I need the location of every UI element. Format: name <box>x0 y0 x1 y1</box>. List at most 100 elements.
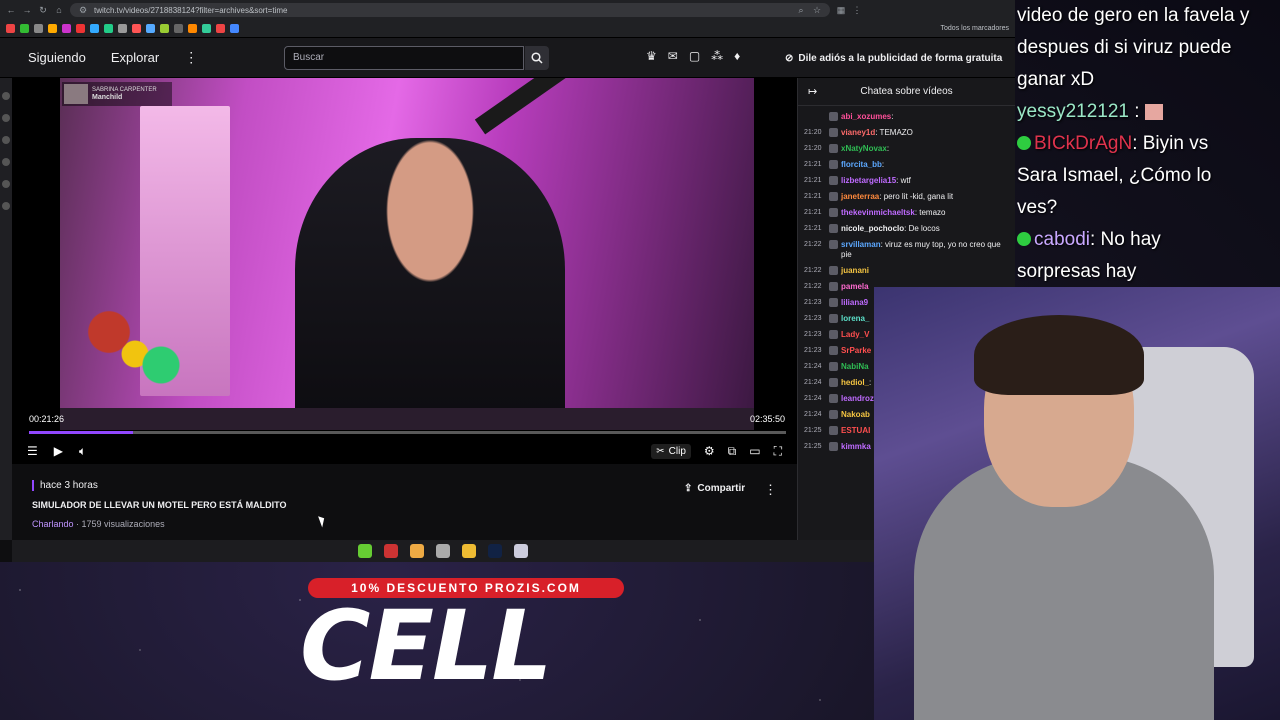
collapse-chat-icon[interactable]: ↦ <box>808 85 817 98</box>
reload-icon[interactable]: ↻ <box>38 5 48 15</box>
bookmark-icon[interactable] <box>216 24 225 33</box>
chat-username[interactable]: lorena_ <box>841 314 869 323</box>
bookmark-icon[interactable] <box>174 24 183 33</box>
site-info-icon[interactable]: ⚙ <box>78 5 88 15</box>
more-options-icon[interactable]: ⋮ <box>764 482 777 498</box>
photoshop-icon[interactable] <box>488 544 502 558</box>
explore-link[interactable]: Explorar <box>111 50 159 65</box>
app-icon[interactable] <box>514 544 528 558</box>
bookmark-icon[interactable] <box>188 24 197 33</box>
bookmark-icon[interactable] <box>62 24 71 33</box>
chat-timestamp: 21:21 <box>804 209 822 216</box>
home-icon[interactable]: ⌂ <box>54 5 64 15</box>
bookmark-icon[interactable] <box>202 24 211 33</box>
settings-icon[interactable]: ⚙ <box>704 444 715 458</box>
chat-timestamp: 21:21 <box>804 161 822 168</box>
bookmark-icon[interactable] <box>118 24 127 33</box>
taskbar-dock <box>12 540 874 562</box>
more-menu-icon[interactable]: ⋮ <box>184 49 198 66</box>
chrome-icon[interactable] <box>410 544 424 558</box>
volume-icon[interactable]: 🔈︎ <box>79 444 86 459</box>
clip-button[interactable]: ✂ Clip <box>651 443 691 459</box>
pip-icon[interactable]: ⧉ <box>728 444 737 459</box>
chapters-icon[interactable]: ☰ <box>27 444 38 458</box>
bookmark-icon[interactable] <box>230 24 239 33</box>
chat-message: 21:21 lizbetargelia15: wtf <box>804 176 1011 186</box>
published-ago: hace 3 horas <box>32 480 98 491</box>
chat-username[interactable]: janeterraa <box>841 192 879 201</box>
chat-username[interactable]: srvillaman <box>841 240 881 249</box>
badge-icon <box>829 176 838 185</box>
album-thumbnail <box>64 84 88 104</box>
app-icon[interactable] <box>436 544 450 558</box>
star-icon[interactable]: ☆ <box>812 5 822 15</box>
chat-username[interactable]: SrParke <box>841 346 871 355</box>
channel-avatar[interactable] <box>2 136 10 144</box>
prime-crown-icon[interactable]: ♛ <box>646 49 657 63</box>
chat-timestamp: 21:24 <box>804 411 822 418</box>
bits-icon[interactable]: ⁂ <box>711 49 723 63</box>
app-icon[interactable] <box>358 544 372 558</box>
chat-username[interactable]: pamela <box>841 282 869 291</box>
theatre-mode-icon[interactable]: ▭ <box>749 444 760 458</box>
chat-username[interactable]: Lady_V <box>841 330 869 339</box>
channel-avatar[interactable] <box>2 202 10 210</box>
bookmark-icon[interactable] <box>90 24 99 33</box>
chat-username[interactable]: hediol_ <box>841 378 869 387</box>
chat-username[interactable]: juanani <box>841 266 869 275</box>
address-bar[interactable]: ⚙ twitch.tv/videos/2718838124?filter=arc… <box>70 3 830 17</box>
bookmark-icon[interactable] <box>34 24 43 33</box>
chat-username[interactable]: florcita_bb <box>841 160 882 169</box>
chat-username[interactable]: liliana9 <box>841 298 868 307</box>
following-link[interactable]: Siguiendo <box>28 50 86 65</box>
bookmark-icon[interactable] <box>6 24 15 33</box>
channel-avatar[interactable] <box>2 114 10 122</box>
bookmark-icon[interactable] <box>20 24 29 33</box>
chat-username[interactable]: kimmka <box>841 442 871 451</box>
channel-avatar[interactable] <box>2 180 10 188</box>
badge-icon <box>1017 232 1031 246</box>
channel-avatar[interactable] <box>2 92 10 100</box>
menu-icon[interactable]: ⋮ <box>852 5 862 15</box>
inbox-icon[interactable]: ✉ <box>668 49 678 63</box>
search-input[interactable]: Buscar <box>284 46 524 70</box>
chat-username[interactable]: thekevinmichaeltsk <box>841 208 915 217</box>
bookmark-icon[interactable] <box>160 24 169 33</box>
bookmark-icon[interactable] <box>76 24 85 33</box>
video-player[interactable]: SABRINA CARPENTER Manchild 00:21:26 02:3… <box>12 78 797 464</box>
search-button[interactable] <box>525 46 549 70</box>
stream-scene: ← → ↻ ⌂ ⚙ twitch.tv/videos/2718838124?fi… <box>0 0 1280 720</box>
chat-username[interactable]: lizbetargelia15 <box>841 176 896 185</box>
chat-line: lorena_ <box>841 314 869 324</box>
category-link[interactable]: Charlando <box>32 519 74 529</box>
chat-username[interactable]: vianey1d <box>841 128 875 137</box>
search-icon <box>531 52 543 64</box>
bookmark-icon[interactable] <box>48 24 57 33</box>
notifications-icon[interactable]: ♦ <box>734 49 740 63</box>
share-button[interactable]: ⇪ Compartir <box>684 483 745 494</box>
folder-icon[interactable] <box>462 544 476 558</box>
bookmarks-bar: Todos los marcadores <box>0 20 1015 38</box>
forward-icon[interactable]: → <box>22 5 32 15</box>
ad-free-button[interactable]: ⊘ Dile adiós a la publicidad de forma gr… <box>785 47 1002 69</box>
app-icon[interactable] <box>384 544 398 558</box>
bookmark-icon[interactable] <box>104 24 113 33</box>
chat-username[interactable]: nicole_pochoclo <box>841 224 904 233</box>
back-icon[interactable]: ← <box>6 5 16 15</box>
chat-username[interactable]: ESTUAI <box>841 426 870 435</box>
bookmark-icon[interactable] <box>146 24 155 33</box>
channel-avatar[interactable] <box>2 158 10 166</box>
extensions-icon[interactable]: ▦ <box>836 5 846 15</box>
play-icon[interactable]: ▶ <box>54 444 63 458</box>
seek-bar[interactable] <box>29 431 786 434</box>
fullscreen-icon[interactable]: ⛶ <box>774 444 782 459</box>
zoom-icon[interactable]: ⌕ <box>796 5 806 15</box>
badge-icon <box>829 240 838 249</box>
whispers-icon[interactable]: ▢ <box>689 49 700 63</box>
chat-username[interactable]: Nakoab <box>841 410 870 419</box>
chat-username[interactable]: NabiNa <box>841 362 869 371</box>
chat-username[interactable]: xNatyNovax <box>841 144 887 153</box>
chat-username[interactable]: abi_xozumes <box>841 112 891 121</box>
all-bookmarks-label[interactable]: Todos los marcadores <box>941 25 1009 32</box>
bookmark-icon[interactable] <box>132 24 141 33</box>
